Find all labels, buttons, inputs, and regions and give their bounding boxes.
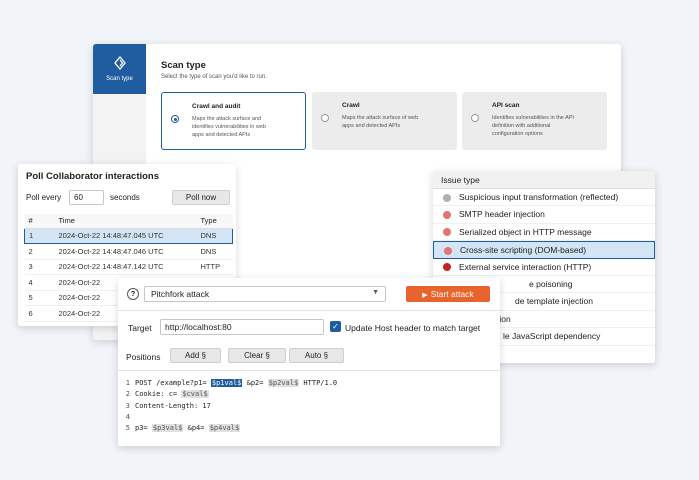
table-row-selected[interactable]: 1 2024-Oct-22 14:48:47.045 UTC DNS — [24, 227, 233, 244]
poll-interval-input[interactable]: 60 — [69, 190, 104, 205]
start-attack-label: Start attack — [430, 289, 474, 299]
editor-line: 3 Content-Length: 17 — [125, 401, 211, 410]
option-title: API scan — [492, 102, 520, 109]
issue-row[interactable]: Suspicious input transformation (reflect… — [433, 189, 655, 207]
issue-label: SMTP header injection — [459, 209, 545, 220]
editor-line: 2 Cookie: c= $cval$ — [125, 390, 209, 399]
attack-type-value: Pitchfork attack — [151, 289, 210, 299]
auto-payload-markers-button[interactable]: Auto § — [289, 348, 344, 363]
sidebar-label: Scan type — [106, 76, 133, 82]
cell-time: 2024-Oct-22 14:48:47.045 UTC — [54, 227, 197, 244]
editor-line: 1 POST /example?p1= $p1val$ &p2= $p2val$ … — [125, 379, 338, 387]
issue-label: Cross-site scripting (DOM-based) — [460, 245, 587, 256]
intruder-window: ? Pitchfork attack ▼ ▶ Start attack Targe… — [118, 278, 500, 446]
radio-unselected[interactable] — [321, 114, 329, 122]
cell-type: DNS — [196, 227, 233, 244]
payload-marker[interactable]: $p4val$ — [208, 424, 241, 433]
severity-info-icon — [443, 193, 451, 202]
issue-row[interactable]: SMTP header injection — [433, 206, 655, 224]
poll-now-button[interactable]: Poll now — [172, 190, 230, 205]
column-header-type[interactable]: Type — [196, 214, 233, 229]
request-text: &p2= — [246, 379, 264, 387]
request-text: &p4= — [187, 424, 205, 433]
request-text: p3= — [135, 424, 148, 433]
cell-number: 3 — [24, 259, 55, 275]
request-text: POST /example?p1= — [135, 379, 207, 387]
chevron-down-icon: ▼ — [372, 289, 379, 296]
target-input[interactable]: http://localhost:80 — [160, 319, 324, 335]
cell-number: 1 — [24, 227, 55, 244]
request-editor[interactable]: 1 POST /example?p1= $p1val$ &p2= $p2val$ … — [118, 370, 500, 446]
issue-label: Serialized object in HTTP message — [459, 226, 592, 237]
scan-type-subtitle: Select the type of scan you'd like to ru… — [161, 74, 267, 80]
radio-unselected[interactable] — [471, 114, 479, 122]
request-text: Cookie: c= — [135, 390, 178, 399]
column-header-time[interactable]: Time — [54, 214, 197, 229]
cell-time: 2024-Oct-22 14:48:47.046 UTC — [54, 243, 197, 260]
help-icon[interactable]: ? — [127, 288, 139, 300]
cell-type: DNS — [196, 243, 233, 260]
table-row[interactable]: 2 2024-Oct-22 14:48:47.046 UTC DNS — [24, 243, 233, 260]
request-text: Content-Length: 17 — [135, 401, 211, 410]
clear-payload-markers-button[interactable]: Clear § — [228, 348, 286, 363]
poll-title: Poll Collaborator interactions — [26, 171, 160, 182]
option-api-scan[interactable]: API scan Identifies vulnerabilities in t… — [462, 92, 607, 150]
cell-time: 2024-Oct-22 14:48:47.142 UTC — [54, 259, 197, 275]
issue-type-header[interactable]: Issue type — [433, 171, 655, 189]
poll-every-label: Poll every — [26, 193, 62, 202]
payload-marker-selected[interactable]: $p1val$ — [210, 379, 243, 387]
issue-label: External service interaction (HTTP) — [459, 261, 592, 272]
attack-type-select[interactable]: Pitchfork attack ▼ — [144, 286, 386, 302]
cell-number: 5 — [24, 290, 55, 306]
update-host-checkbox[interactable]: ✓ — [330, 321, 341, 332]
scan-target-icon — [113, 56, 126, 70]
option-description: Identifies vulnerabilities in the API de… — [492, 115, 574, 137]
option-title: Crawl and audit — [192, 103, 241, 110]
table-row[interactable]: 3 2024-Oct-22 14:48:47.142 UTC HTTP — [24, 259, 233, 275]
severity-medium-icon — [443, 210, 451, 219]
cell-number: 2 — [24, 243, 55, 260]
positions-label: Positions — [126, 352, 161, 362]
add-payload-marker-button[interactable]: Add § — [170, 348, 221, 363]
start-attack-button[interactable]: ▶ Start attack — [406, 286, 490, 302]
cell-number: 6 — [24, 305, 55, 322]
issue-row[interactable]: External service interaction (HTTP) — [433, 259, 655, 276]
request-text: HTTP/1.0 — [303, 379, 338, 387]
seconds-label: seconds — [110, 193, 140, 202]
table-header-row: # Time Type — [24, 214, 233, 229]
column-header-number[interactable]: # — [24, 214, 55, 229]
option-title: Crawl — [342, 102, 360, 109]
editor-line: 5 p3= $p3val$ &p4= $p4val$ — [125, 424, 241, 433]
issue-row[interactable]: Serialized object in HTTP message — [433, 224, 655, 242]
payload-marker[interactable]: $cval$ — [181, 390, 209, 399]
intruder-toolbar: ? Pitchfork attack ▼ ▶ Start attack — [118, 278, 500, 311]
severity-high-icon — [443, 263, 451, 272]
cell-number: 4 — [24, 274, 55, 291]
editor-line: 4 — [125, 412, 130, 421]
cell-type: HTTP — [196, 259, 233, 275]
option-description: Maps the attack surface and identifies v… — [192, 116, 266, 138]
issue-label: Suspicious input transformation (reflect… — [459, 192, 619, 202]
issue-row-selected[interactable]: Cross-site scripting (DOM-based) — [433, 241, 655, 259]
payload-marker[interactable]: $p3val$ — [151, 424, 184, 433]
radio-selected[interactable] — [171, 115, 179, 123]
update-host-label: Update Host header to match target — [345, 323, 481, 333]
option-description: Maps the attack surface of web apps and … — [342, 115, 419, 129]
severity-medium-icon — [443, 228, 451, 237]
option-crawl[interactable]: Crawl Maps the attack surface of web app… — [312, 92, 457, 150]
play-icon: ▶ — [422, 292, 428, 299]
scan-type-title: Scan type — [161, 60, 206, 71]
severity-medium-icon — [444, 246, 452, 255]
target-label: Target — [128, 323, 152, 333]
option-crawl-and-audit[interactable]: Crawl and audit Maps the attack surface … — [161, 92, 306, 150]
payload-marker[interactable]: $p2val$ — [267, 379, 300, 387]
scan-type-sidebar-tab[interactable]: Scan type — [93, 44, 146, 94]
